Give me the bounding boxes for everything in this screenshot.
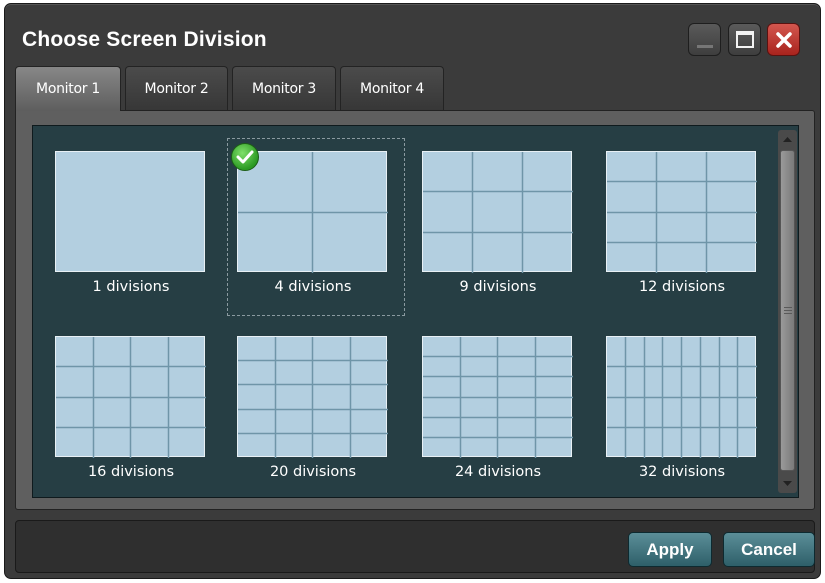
division-label: 24 divisions xyxy=(454,464,542,480)
division-preview xyxy=(237,151,388,273)
tab-monitor-2[interactable]: Monitor 2 xyxy=(125,66,228,110)
division-label: 32 divisions xyxy=(638,464,726,480)
arrow-down-icon xyxy=(783,481,792,486)
grip-line xyxy=(784,307,792,308)
division-option[interactable]: 20 divisions xyxy=(227,323,405,501)
grip-line xyxy=(784,310,792,311)
dialog-title: Choose Screen Division xyxy=(22,28,267,51)
division-label: 9 divisions xyxy=(459,279,537,295)
division-preview xyxy=(55,151,205,272)
division-option[interactable]: 24 divisions xyxy=(412,323,590,501)
tab-monitor-3[interactable]: Monitor 3 xyxy=(232,66,336,110)
scroll-thumb[interactable] xyxy=(780,150,795,471)
close-icon xyxy=(776,32,792,48)
division-label: 1 divisions xyxy=(92,279,170,295)
division-option[interactable]: 4 divisions xyxy=(227,138,405,316)
division-option[interactable]: 32 divisions xyxy=(596,323,774,501)
arrow-up-icon xyxy=(783,137,792,142)
apply-button[interactable]: Apply xyxy=(628,532,712,567)
division-preview xyxy=(422,151,573,273)
division-label: 12 divisions xyxy=(638,279,726,295)
division-preview xyxy=(606,151,757,273)
division-option[interactable]: 16 divisions xyxy=(45,323,223,501)
minimize-button[interactable] xyxy=(688,23,721,56)
scroll-down-arrow[interactable] xyxy=(778,475,797,493)
division-label: 4 divisions xyxy=(274,279,352,295)
division-label: 20 divisions xyxy=(269,464,357,480)
maximize-button[interactable] xyxy=(728,23,761,56)
scroll-up-arrow[interactable] xyxy=(778,130,797,148)
tab-monitor-1[interactable]: Monitor 1 xyxy=(15,66,121,111)
cancel-button[interactable]: Cancel xyxy=(723,532,815,567)
vertical-scrollbar[interactable] xyxy=(778,130,797,493)
division-option[interactable]: 1 divisions xyxy=(45,138,223,316)
division-preview xyxy=(606,336,757,458)
division-label: 16 divisions xyxy=(87,464,175,480)
tab-monitor-4[interactable]: Monitor 4 xyxy=(340,66,444,110)
minimize-icon xyxy=(697,45,713,48)
check-icon xyxy=(231,143,259,171)
division-preview xyxy=(422,336,573,458)
division-preview xyxy=(237,336,388,458)
close-button[interactable] xyxy=(767,23,800,56)
maximize-icon xyxy=(736,31,754,48)
division-preview xyxy=(55,336,206,458)
grip-line xyxy=(784,313,792,314)
division-option[interactable]: 12 divisions xyxy=(596,138,774,316)
division-option[interactable]: 9 divisions xyxy=(412,138,590,316)
